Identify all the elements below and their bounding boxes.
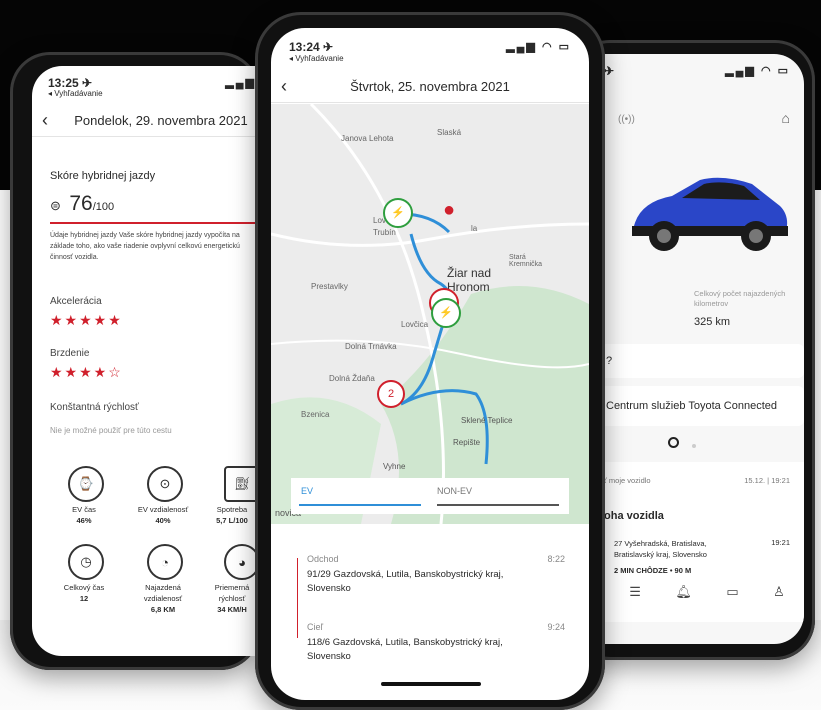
arrival-label: Cieľ (307, 622, 324, 632)
tab-ev-underline (299, 504, 421, 506)
garage-icon[interactable]: ⌂ (782, 110, 790, 126)
tab-ev[interactable]: EV (301, 486, 313, 496)
pager-dots[interactable] (668, 437, 696, 451)
ev-time-icon: ⌚ (68, 466, 104, 502)
question-card[interactable]: ? (592, 344, 804, 378)
departure-address: 91/29 Gazdovská, Lutila, Banskobystrický… (307, 569, 504, 594)
center-header: ‹ Štvrtok, 25. novembra 2021 (271, 72, 589, 103)
departure-label: Odchod (307, 554, 339, 564)
status-icons: ▂▄▆ ◠ ▭ (506, 41, 571, 53)
ev-time-stat: EV čas 46% (72, 505, 96, 525)
list-icon[interactable]: ☰ (629, 584, 641, 600)
map-label: Slaská (437, 128, 462, 137)
constant-speed-label: Konštantná rýchlosť (50, 402, 139, 413)
map-label: Dolná Ždaňa (329, 374, 375, 383)
bell-icon[interactable]: 🔔︎ (675, 584, 692, 600)
ev-distance-stat: EV vzdialenosť 40% (137, 505, 189, 525)
constant-speed-note: Nie je možné použiť pre túto cestu (50, 426, 172, 435)
left-header: ‹ Pondelok, 29. novembra 2021 (32, 106, 260, 137)
page-title: Štvrtok, 25. novembra 2021 (350, 79, 510, 94)
map-label: Prestavlky (311, 282, 348, 291)
route-map[interactable] (271, 104, 589, 524)
tab-non-ev-underline (437, 504, 559, 506)
map-label: Stará Kremnička (509, 254, 543, 268)
left-phone: 13:25 ✈ ◂ Vyhľadávanie ▂▄▆ ‹ Pondelok, 2… (10, 52, 260, 670)
back-to-search-link[interactable]: ◂ Vyhľadávanie (289, 54, 344, 63)
braking-stars: ★★★★☆ (50, 364, 123, 380)
page-title: Pondelok, 29. novembra 2021 (74, 113, 248, 128)
status-time: 13:24 ✈ (289, 40, 334, 54)
score-heading: Skóre hybridnej jazdy (50, 170, 156, 182)
ev-toggle-tabs: EV NON-EV (291, 478, 569, 514)
map-label: Žiar nad Hronom (447, 266, 492, 294)
left-screen: 13:25 ✈ ◂ Vyhľadávanie ▂▄▆ ‹ Pondelok, 2… (32, 66, 260, 656)
center-screen: 13:24 ✈ ◂ Vyhľadávanie ▂▄▆ ◠ ▭ ‹ Štvrtok… (271, 28, 589, 700)
right-phone: ✈ ▂▄▆ ◠ ▭ ((•)) ⌂ Celkový počet najazden… (570, 40, 815, 660)
charging-station-marker-2[interactable]: ⚡ (431, 298, 461, 328)
clock-icon: ◷ (68, 544, 104, 580)
back-chevron-icon[interactable]: ‹ (42, 110, 48, 131)
score-bar (50, 222, 260, 224)
distance-stat: Najazdená vzdialenosť 6,8 KM (143, 583, 183, 614)
score-display: ⊜ 76/100 (50, 192, 115, 215)
tab-non-ev[interactable]: NON-EV (437, 486, 472, 496)
total-time-stat: Celkový čas 12 (63, 583, 105, 603)
destination-pin-icon[interactable]: ● (443, 200, 459, 220)
arrival-time: 9:24 (547, 622, 565, 632)
remote-icon[interactable]: ((•)) (618, 114, 635, 125)
profile-icon[interactable]: ♙ (773, 584, 785, 600)
signal-icon: ▂▄▆ (225, 77, 256, 89)
chat-icon[interactable]: ▭ (726, 584, 738, 600)
acceleration-stars: ★★★★★ (50, 312, 123, 328)
timeline-line (297, 558, 298, 638)
average-speed-stat: Priemerná rýchlosť 34 KM/H (214, 583, 250, 614)
car-image (632, 177, 788, 251)
steering-wheel-icon: ⊜ (50, 198, 61, 213)
home-indicator (381, 682, 481, 686)
score-description: Údaje hybridnej jazdy Vaše skóre hybridn… (50, 232, 240, 261)
map-label: Sklené Teplice (461, 416, 513, 425)
odometer-label: Celkový počet najazdených kilometrov (694, 289, 786, 308)
map-label: Dolná Trnávka (345, 342, 397, 351)
back-to-search-link[interactable]: ◂ Vyhľadávanie (48, 89, 103, 98)
trip-timeline: Odchod 8:22 91/29 Gazdovská, Lutila, Ban… (271, 538, 589, 668)
map-label: Bzenica (301, 410, 330, 419)
consumption-stat: Spotreba 5,7 L/100 (216, 505, 248, 525)
map-label: la (471, 224, 478, 233)
center-phone: 13:24 ✈ ◂ Vyhľadávanie ▂▄▆ ◠ ▭ ‹ Štvrtok… (255, 12, 605, 710)
map-label: Janova Lehota (341, 134, 394, 143)
acceleration-label: Akcelerácia (50, 296, 102, 307)
status-time: ✈ (604, 64, 615, 78)
service-center-card[interactable]: Centrum služieb Toyota Connected (592, 386, 804, 426)
right-screen: ✈ ▂▄▆ ◠ ▭ ((•)) ⌂ Celkový počet najazden… (582, 54, 804, 644)
map-label: Vyhne (383, 462, 406, 471)
status-time: 13:25 ✈ (48, 76, 93, 90)
map-label: Trubín (373, 228, 396, 237)
charging-station-marker-1[interactable]: ⚡ (383, 198, 413, 228)
odometer-value: 325 km (694, 316, 731, 328)
map-label: Lovčica (401, 320, 429, 329)
map-label: Repište (453, 438, 481, 447)
ev-distance-icon: ⊙ (147, 466, 183, 502)
odometer-icon: ◔ (147, 544, 183, 580)
braking-label: Brzdenie (50, 348, 90, 359)
departure-time: 8:22 (547, 554, 565, 564)
waypoint-marker-2[interactable]: 2 (377, 380, 405, 408)
bottom-tab-bar: ☰ 🔔︎ ▭ ♙ (612, 584, 802, 600)
status-icons: ▂▄▆ ◠ ▭ (725, 65, 790, 77)
arrival-address: 118/6 Gazdovská, Lutila, Banskobystrický… (307, 637, 503, 662)
